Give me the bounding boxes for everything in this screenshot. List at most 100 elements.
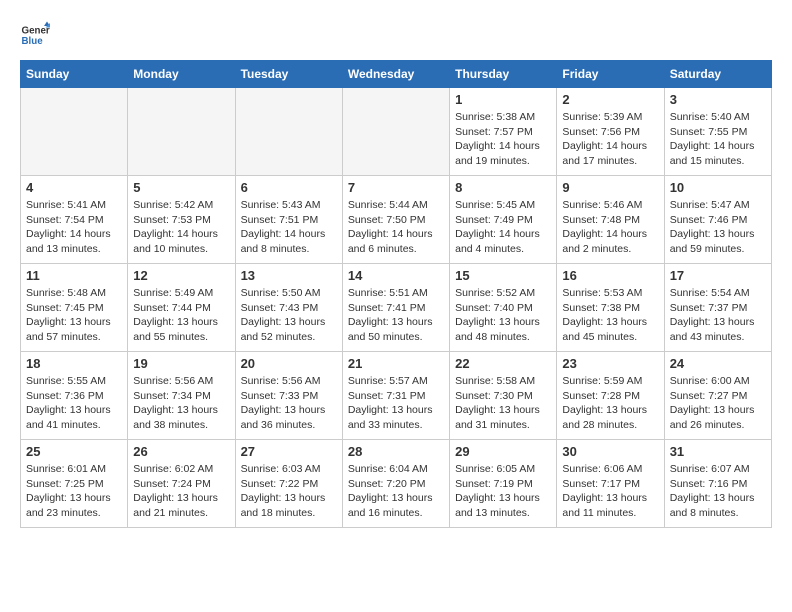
calendar-cell: 11Sunrise: 5:48 AMSunset: 7:45 PMDayligh… bbox=[21, 264, 128, 352]
calendar-cell: 14 Sunrise: 5:51 AMSunset: 7:41 PMDayligh… bbox=[342, 264, 449, 352]
day-number: 4 bbox=[26, 180, 122, 195]
calendar-cell: 30 Sunrise: 6:06 AMSunset: 7:17 PMDayligh… bbox=[557, 440, 664, 528]
day-info: Sunrise: 6:00 AMSunset: 7:27 PMDaylight:… bbox=[670, 374, 766, 433]
day-info: Sunrise: 5:46 AMSunset: 7:48 PMDaylight:… bbox=[562, 198, 658, 257]
day-number: 5 bbox=[133, 180, 229, 195]
calendar-cell: 23 Sunrise: 5:59 AMSunset: 7:28 PMDayligh… bbox=[557, 352, 664, 440]
day-info: Sunrise: 5:53 AMSunset: 7:38 PMDaylight:… bbox=[562, 286, 658, 345]
day-number: 1 bbox=[455, 92, 551, 107]
day-info: Sunrise: 6:03 AMSunset: 7:22 PMDaylight:… bbox=[241, 462, 337, 521]
day-info: Sunrise: 5:41 AMSunset: 7:54 PMDaylight:… bbox=[26, 198, 122, 257]
day-number: 31 bbox=[670, 444, 766, 459]
day-info: Sunrise: 5:58 AMSunset: 7:30 PMDaylight:… bbox=[455, 374, 551, 433]
day-number: 18 bbox=[26, 356, 122, 371]
calendar-cell: 31 Sunrise: 6:07 AMSunset: 7:16 PMDayligh… bbox=[664, 440, 771, 528]
calendar-cell: 9 Sunrise: 5:46 AMSunset: 7:48 PMDaylight… bbox=[557, 176, 664, 264]
weekday-header-saturday: Saturday bbox=[664, 61, 771, 88]
calendar-cell bbox=[342, 88, 449, 176]
weekday-header-wednesday: Wednesday bbox=[342, 61, 449, 88]
week-row-3: 18 Sunrise: 5:55 AMSunset: 7:36 PMDayligh… bbox=[21, 352, 772, 440]
calendar-cell bbox=[128, 88, 235, 176]
calendar-cell: 17Sunrise: 5:54 AMSunset: 7:37 PMDayligh… bbox=[664, 264, 771, 352]
day-number: 14 bbox=[348, 268, 444, 283]
week-row-2: 11Sunrise: 5:48 AMSunset: 7:45 PMDayligh… bbox=[21, 264, 772, 352]
day-info: Sunrise: 5:38 AMSunset: 7:57 PMDaylight:… bbox=[455, 110, 551, 169]
day-info: Sunrise: 5:42 AMSunset: 7:53 PMDaylight:… bbox=[133, 198, 229, 257]
day-info: Sunrise: 6:06 AMSunset: 7:17 PMDaylight:… bbox=[562, 462, 658, 521]
day-info: Sunrise: 5:43 AMSunset: 7:51 PMDaylight:… bbox=[241, 198, 337, 257]
week-row-0: 1 Sunrise: 5:38 AMSunset: 7:57 PMDaylight… bbox=[21, 88, 772, 176]
calendar-cell: 8Sunrise: 5:45 AMSunset: 7:49 PMDaylight… bbox=[450, 176, 557, 264]
calendar-cell: 27Sunrise: 6:03 AMSunset: 7:22 PMDayligh… bbox=[235, 440, 342, 528]
day-number: 22 bbox=[455, 356, 551, 371]
weekday-header-tuesday: Tuesday bbox=[235, 61, 342, 88]
calendar-cell: 7 Sunrise: 5:44 AMSunset: 7:50 PMDaylight… bbox=[342, 176, 449, 264]
calendar-cell: 13Sunrise: 5:50 AMSunset: 7:43 PMDayligh… bbox=[235, 264, 342, 352]
calendar-cell: 1 Sunrise: 5:38 AMSunset: 7:57 PMDaylight… bbox=[450, 88, 557, 176]
day-number: 28 bbox=[348, 444, 444, 459]
day-info: Sunrise: 6:01 AMSunset: 7:25 PMDaylight:… bbox=[26, 462, 122, 521]
week-row-4: 25 Sunrise: 6:01 AMSunset: 7:25 PMDayligh… bbox=[21, 440, 772, 528]
day-info: Sunrise: 5:56 AMSunset: 7:33 PMDaylight:… bbox=[241, 374, 337, 433]
day-info: Sunrise: 5:50 AMSunset: 7:43 PMDaylight:… bbox=[241, 286, 337, 345]
day-info: Sunrise: 5:39 AMSunset: 7:56 PMDaylight:… bbox=[562, 110, 658, 169]
week-row-1: 4 Sunrise: 5:41 AMSunset: 7:54 PMDaylight… bbox=[21, 176, 772, 264]
calendar-cell: 5 Sunrise: 5:42 AMSunset: 7:53 PMDaylight… bbox=[128, 176, 235, 264]
calendar-cell: 20 Sunrise: 5:56 AMSunset: 7:33 PMDayligh… bbox=[235, 352, 342, 440]
svg-text:General: General bbox=[22, 26, 51, 37]
day-info: Sunrise: 6:04 AMSunset: 7:20 PMDaylight:… bbox=[348, 462, 444, 521]
weekday-header-row: SundayMondayTuesdayWednesdayThursdayFrid… bbox=[21, 61, 772, 88]
day-number: 7 bbox=[348, 180, 444, 195]
svg-text:Blue: Blue bbox=[22, 36, 44, 47]
day-number: 16 bbox=[562, 268, 658, 283]
calendar-cell bbox=[235, 88, 342, 176]
day-info: Sunrise: 5:56 AMSunset: 7:34 PMDaylight:… bbox=[133, 374, 229, 433]
day-number: 25 bbox=[26, 444, 122, 459]
calendar-cell: 2 Sunrise: 5:39 AMSunset: 7:56 PMDaylight… bbox=[557, 88, 664, 176]
calendar-cell: 10 Sunrise: 5:47 AMSunset: 7:46 PMDayligh… bbox=[664, 176, 771, 264]
calendar-cell: 18 Sunrise: 5:55 AMSunset: 7:36 PMDayligh… bbox=[21, 352, 128, 440]
day-number: 20 bbox=[241, 356, 337, 371]
day-info: Sunrise: 5:49 AMSunset: 7:44 PMDaylight:… bbox=[133, 286, 229, 345]
day-info: Sunrise: 5:57 AMSunset: 7:31 PMDaylight:… bbox=[348, 374, 444, 433]
calendar-cell: 15 Sunrise: 5:52 AMSunset: 7:40 PMDayligh… bbox=[450, 264, 557, 352]
header: General Blue bbox=[20, 20, 772, 50]
calendar-cell: 19 Sunrise: 5:56 AMSunset: 7:34 PMDayligh… bbox=[128, 352, 235, 440]
weekday-header-thursday: Thursday bbox=[450, 61, 557, 88]
day-number: 24 bbox=[670, 356, 766, 371]
calendar-cell: 6Sunrise: 5:43 AMSunset: 7:51 PMDaylight… bbox=[235, 176, 342, 264]
day-number: 26 bbox=[133, 444, 229, 459]
day-number: 29 bbox=[455, 444, 551, 459]
day-number: 17 bbox=[670, 268, 766, 283]
day-number: 10 bbox=[670, 180, 766, 195]
day-number: 2 bbox=[562, 92, 658, 107]
day-info: Sunrise: 5:52 AMSunset: 7:40 PMDaylight:… bbox=[455, 286, 551, 345]
day-info: Sunrise: 5:48 AMSunset: 7:45 PMDaylight:… bbox=[26, 286, 122, 345]
calendar-cell: 24 Sunrise: 6:00 AMSunset: 7:27 PMDayligh… bbox=[664, 352, 771, 440]
calendar-cell: 16 Sunrise: 5:53 AMSunset: 7:38 PMDayligh… bbox=[557, 264, 664, 352]
day-info: Sunrise: 5:55 AMSunset: 7:36 PMDaylight:… bbox=[26, 374, 122, 433]
day-info: Sunrise: 6:07 AMSunset: 7:16 PMDaylight:… bbox=[670, 462, 766, 521]
day-info: Sunrise: 5:47 AMSunset: 7:46 PMDaylight:… bbox=[670, 198, 766, 257]
day-number: 30 bbox=[562, 444, 658, 459]
calendar-cell: 21Sunrise: 5:57 AMSunset: 7:31 PMDayligh… bbox=[342, 352, 449, 440]
logo: General Blue bbox=[20, 20, 54, 50]
calendar-table: SundayMondayTuesdayWednesdayThursdayFrid… bbox=[20, 60, 772, 528]
weekday-header-sunday: Sunday bbox=[21, 61, 128, 88]
day-info: Sunrise: 5:59 AMSunset: 7:28 PMDaylight:… bbox=[562, 374, 658, 433]
day-number: 9 bbox=[562, 180, 658, 195]
calendar-cell: 22 Sunrise: 5:58 AMSunset: 7:30 PMDayligh… bbox=[450, 352, 557, 440]
day-number: 23 bbox=[562, 356, 658, 371]
weekday-header-monday: Monday bbox=[128, 61, 235, 88]
day-number: 3 bbox=[670, 92, 766, 107]
day-info: Sunrise: 5:44 AMSunset: 7:50 PMDaylight:… bbox=[348, 198, 444, 257]
calendar-cell: 4 Sunrise: 5:41 AMSunset: 7:54 PMDaylight… bbox=[21, 176, 128, 264]
day-number: 15 bbox=[455, 268, 551, 283]
day-number: 19 bbox=[133, 356, 229, 371]
day-info: Sunrise: 5:45 AMSunset: 7:49 PMDaylight:… bbox=[455, 198, 551, 257]
calendar-cell: 26Sunrise: 6:02 AMSunset: 7:24 PMDayligh… bbox=[128, 440, 235, 528]
calendar-cell: 12Sunrise: 5:49 AMSunset: 7:44 PMDayligh… bbox=[128, 264, 235, 352]
calendar-cell: 28 Sunrise: 6:04 AMSunset: 7:20 PMDayligh… bbox=[342, 440, 449, 528]
day-info: Sunrise: 5:51 AMSunset: 7:41 PMDaylight:… bbox=[348, 286, 444, 345]
day-info: Sunrise: 5:40 AMSunset: 7:55 PMDaylight:… bbox=[670, 110, 766, 169]
